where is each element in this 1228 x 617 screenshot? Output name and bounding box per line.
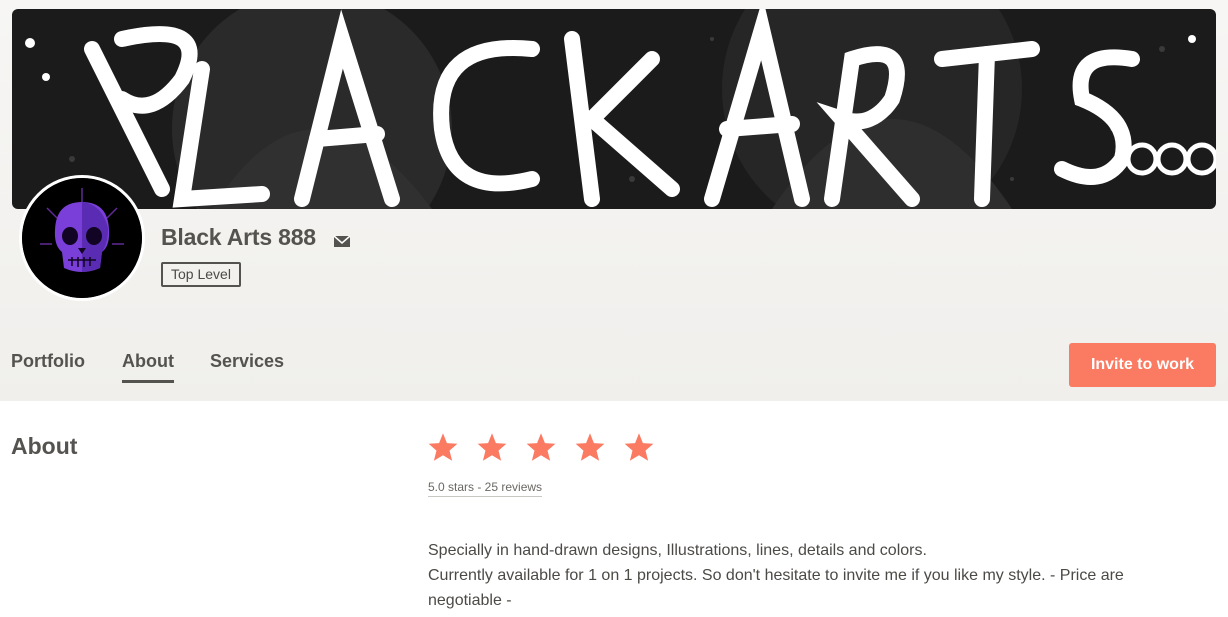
- bio-text: Specially in hand-drawn designs, Illustr…: [428, 538, 1188, 613]
- about-section-title: About: [11, 433, 78, 459]
- level-badge: Top Level: [161, 262, 241, 287]
- star-icon: [575, 433, 605, 461]
- tab-portfolio[interactable]: Portfolio: [11, 351, 85, 380]
- star-icon: [526, 433, 556, 461]
- cover-banner: [12, 9, 1216, 209]
- skull-avatar-image: [22, 178, 142, 298]
- bio-line-2: Currently available for 1 on 1 projects.…: [428, 567, 1124, 609]
- banner-artwork: [25, 9, 1216, 209]
- rating-summary-link[interactable]: 5.0 stars - 25 reviews: [428, 480, 543, 497]
- bio-line-1: Specially in hand-drawn designs, Illustr…: [428, 542, 927, 559]
- rating-stars: [427, 432, 655, 462]
- tab-about[interactable]: About: [122, 351, 174, 383]
- avatar[interactable]: [19, 175, 145, 301]
- star-icon: [428, 433, 458, 461]
- tab-services[interactable]: Services: [210, 351, 284, 380]
- invite-to-work-button[interactable]: Invite to work: [1069, 343, 1216, 387]
- star-icon: [624, 433, 654, 461]
- mail-icon[interactable]: [333, 234, 351, 248]
- profile-name: Black Arts 888: [161, 224, 316, 250]
- star-icon: [477, 433, 507, 461]
